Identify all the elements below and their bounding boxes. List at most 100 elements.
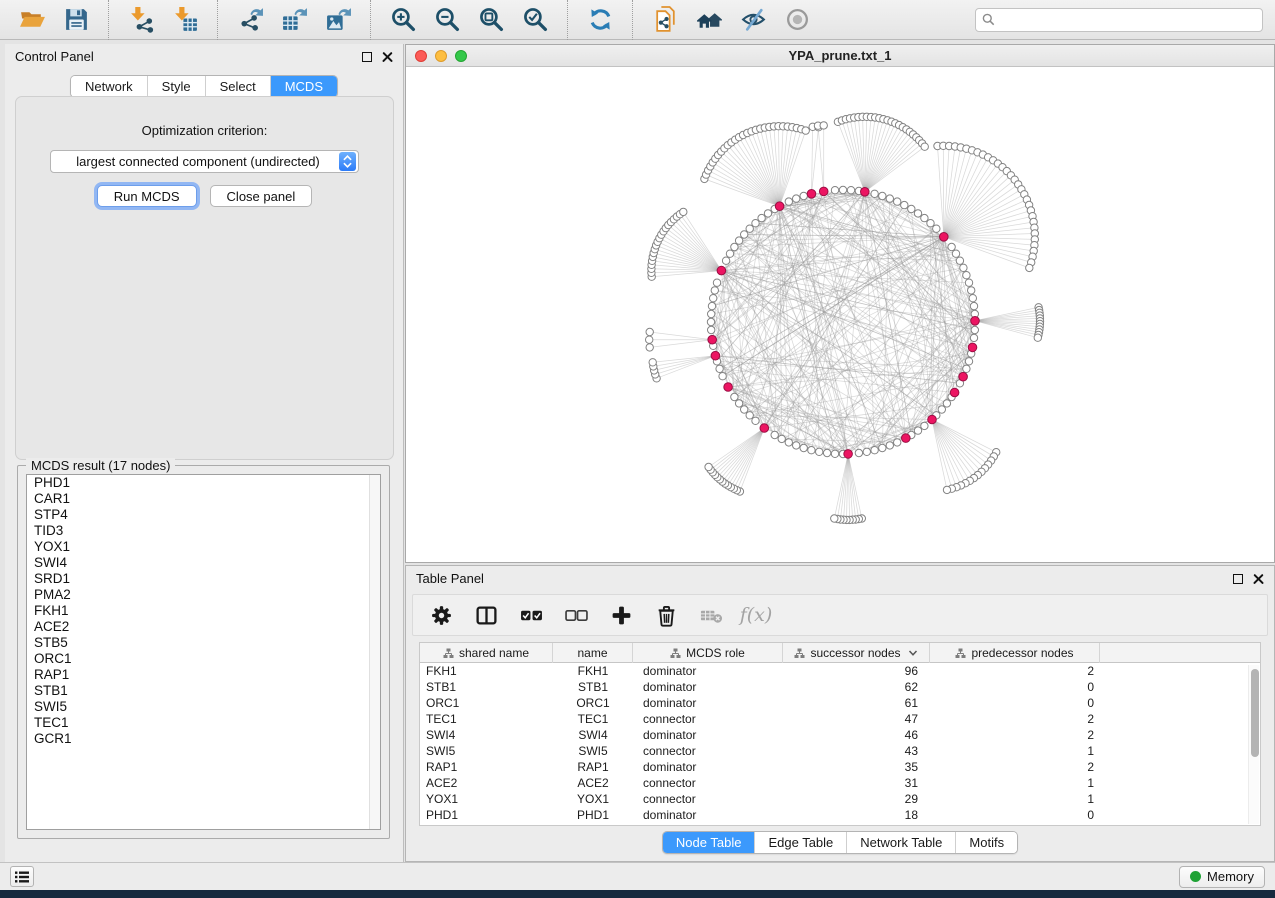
table-cell: 46 <box>783 727 930 743</box>
cytoscape-window: Control Panel NetworkStyleSelectMCDS Opt… <box>0 0 1275 890</box>
share-document-icon <box>652 6 679 33</box>
column-header-predecessor-nodes[interactable]: predecessor nodes <box>930 643 1100 663</box>
mcds-result-item[interactable]: PMA2 <box>27 587 380 603</box>
search-input[interactable] <box>1000 13 1256 27</box>
mcds-result-item[interactable]: STB1 <box>27 683 380 699</box>
mcds-result-item[interactable]: STP4 <box>27 507 380 523</box>
hide-selected-button[interactable] <box>731 4 775 36</box>
deselect-all-button[interactable] <box>562 601 590 629</box>
network-canvas[interactable] <box>406 67 1274 562</box>
table-row[interactable]: SWI4SWI4dominator462 <box>420 727 1260 743</box>
table-row[interactable]: TEC1TEC1connector472 <box>420 711 1260 727</box>
close-table-panel-icon[interactable] <box>1253 573 1264 584</box>
table-row[interactable]: FKH1FKH1dominator962 <box>420 663 1260 679</box>
mcds-result-item[interactable]: GCR1 <box>27 731 380 747</box>
mcds-result-item[interactable]: RAP1 <box>27 667 380 683</box>
close-panel-button[interactable]: Close panel <box>210 185 313 207</box>
mcds-result-item[interactable]: SRD1 <box>27 571 380 587</box>
mcds-result-item[interactable]: SWI5 <box>27 699 380 715</box>
table-row[interactable]: STB1STB1dominator620 <box>420 679 1260 695</box>
table-row[interactable]: YOX1YOX1connector291 <box>420 791 1260 807</box>
import-table-button[interactable] <box>163 4 207 36</box>
float-panel-icon[interactable] <box>362 52 372 62</box>
node-table-header: shared namenameMCDS rolesuccessor nodesp… <box>420 643 1260 663</box>
export-table-button[interactable] <box>272 4 316 36</box>
select-all-button[interactable] <box>517 601 545 629</box>
tab-node-table[interactable]: Node Table <box>663 832 755 853</box>
zoom-in-button[interactable] <box>381 4 425 36</box>
table-row[interactable]: ACE2ACE2connector311 <box>420 775 1260 791</box>
table-row[interactable]: ORC1ORC1dominator610 <box>420 695 1260 711</box>
mcds-result-item[interactable]: STB5 <box>27 635 380 651</box>
result-list-scrollbar[interactable] <box>369 475 380 829</box>
table-scrollbar[interactable] <box>1248 665 1259 824</box>
table-cell: FKH1 <box>553 663 633 679</box>
mcds-result-legend: MCDS result (17 nodes) <box>26 458 175 473</box>
delete-table-button[interactable] <box>697 601 725 629</box>
zoom-selected-button[interactable] <box>513 4 557 36</box>
table-settings-button[interactable] <box>427 601 455 629</box>
memory-button[interactable]: Memory <box>1179 866 1265 888</box>
delete-column-button[interactable] <box>652 601 680 629</box>
close-panel-icon[interactable] <box>382 51 393 62</box>
refresh-icon <box>587 6 614 33</box>
open-session-button[interactable] <box>10 4 54 36</box>
table-panel: Table Panel <box>405 565 1275 862</box>
save-session-button[interactable] <box>54 4 98 36</box>
column-type-icon <box>955 648 966 659</box>
export-network-button[interactable] <box>228 4 272 36</box>
table-row[interactable]: PHD1PHD1dominator180 <box>420 807 1260 823</box>
import-network-button[interactable] <box>119 4 163 36</box>
export-table-icon <box>281 6 308 33</box>
network-window-title: YPA_prune.txt_1 <box>406 48 1274 63</box>
optimization-criterion-select[interactable]: largest connected component (undirected) <box>50 150 359 173</box>
table-cell: dominator <box>633 663 783 679</box>
task-history-button[interactable] <box>10 866 34 887</box>
show-columns-button[interactable] <box>472 601 500 629</box>
zoom-out-button[interactable] <box>425 4 469 36</box>
column-type-icon <box>794 648 805 659</box>
mcds-result-list: PHD1CAR1STP4TID3YOX1SWI4SRD1PMA2FKH1ACE2… <box>26 474 381 830</box>
tab-style[interactable]: Style <box>147 76 205 97</box>
tab-network-table[interactable]: Network Table <box>846 832 955 853</box>
mcds-result-item[interactable]: CAR1 <box>27 491 380 507</box>
add-column-button[interactable] <box>607 601 635 629</box>
table-cell: PHD1 <box>420 807 553 823</box>
mcds-result-item[interactable]: TEC1 <box>27 715 380 731</box>
mcds-result-item[interactable]: ACE2 <box>27 619 380 635</box>
function-builder-button[interactable]: f(x) <box>742 601 770 629</box>
mcds-result-item[interactable]: FKH1 <box>27 603 380 619</box>
network-home-button[interactable] <box>687 4 731 36</box>
mcds-result-item[interactable]: TID3 <box>27 523 380 539</box>
table-cell: 2 <box>930 663 1100 679</box>
table-cell: dominator <box>633 759 783 775</box>
tab-select[interactable]: Select <box>205 76 270 97</box>
tab-edge-table[interactable]: Edge Table <box>754 832 846 853</box>
table-row[interactable]: SWI5SWI5connector431 <box>420 743 1260 759</box>
tab-network[interactable]: Network <box>71 76 147 97</box>
network-search-field[interactable] <box>975 8 1263 32</box>
float-table-panel-icon[interactable] <box>1233 574 1243 584</box>
run-mcds-button[interactable]: Run MCDS <box>97 185 197 207</box>
refresh-button[interactable] <box>578 4 622 36</box>
zoom-fit-button[interactable] <box>469 4 513 36</box>
mcds-result-item[interactable]: SWI4 <box>27 555 380 571</box>
column-header-shared-name[interactable]: shared name <box>420 643 553 663</box>
node-table: shared namenameMCDS rolesuccessor nodesp… <box>419 642 1261 826</box>
table-scrollbar-thumb[interactable] <box>1251 669 1259 757</box>
share-document-button[interactable] <box>643 4 687 36</box>
network-window-titlebar[interactable]: YPA_prune.txt_1 <box>406 45 1274 67</box>
mcds-result-item[interactable]: YOX1 <box>27 539 380 555</box>
tab-mcds[interactable]: MCDS <box>270 76 337 97</box>
table-row[interactable]: RAP1RAP1dominator352 <box>420 759 1260 775</box>
import-network-icon <box>128 6 155 33</box>
export-image-button[interactable] <box>316 4 360 36</box>
column-header-MCDS-role[interactable]: MCDS role <box>633 643 783 663</box>
mcds-result-item[interactable]: PHD1 <box>27 475 380 491</box>
column-header-name[interactable]: name <box>553 643 633 663</box>
show-all-button[interactable] <box>775 4 819 36</box>
mcds-result-item[interactable]: ORC1 <box>27 651 380 667</box>
table-cell: 35 <box>783 759 930 775</box>
tab-motifs[interactable]: Motifs <box>955 832 1017 853</box>
column-header-successor-nodes[interactable]: successor nodes <box>783 643 930 663</box>
